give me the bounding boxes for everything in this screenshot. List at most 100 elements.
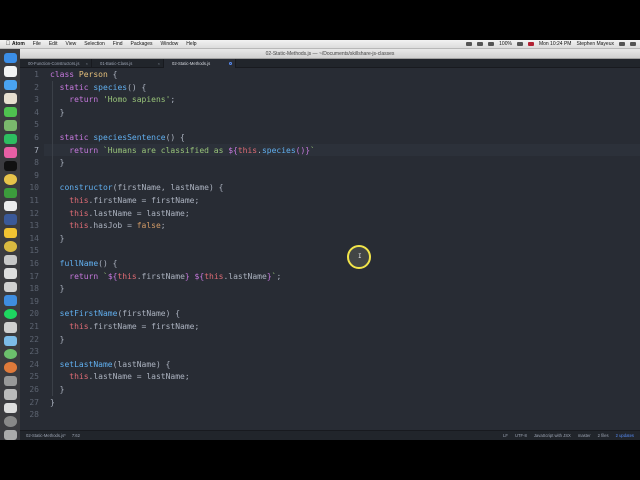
code-line-11[interactable]: this.firstName = firstName;	[50, 196, 199, 205]
line-number: 14	[29, 233, 39, 243]
status-files[interactable]: 2 files	[598, 433, 609, 438]
status-cursor-position[interactable]: 7:62	[72, 433, 80, 438]
status-grammar[interactable]: JavaScript with JSX	[534, 433, 571, 438]
status-branch[interactable]: master	[578, 433, 591, 438]
code-line-26[interactable]: }	[50, 385, 65, 394]
disk-icon[interactable]	[3, 416, 17, 427]
tab-label: 01-Basic-Class.js	[100, 61, 133, 66]
printer-icon[interactable]	[3, 402, 17, 414]
maps-icon[interactable]	[3, 120, 17, 131]
flag-icon[interactable]	[527, 42, 534, 46]
line-number: 6	[34, 133, 39, 142]
status-file[interactable]: 02-Static-Methods.js*	[26, 433, 66, 438]
wifi-icon[interactable]	[477, 42, 484, 46]
tab-basic-class[interactable]: 01-Basic-Class.js ×	[92, 59, 164, 68]
facebook-icon[interactable]	[3, 214, 17, 225]
line-number: 21	[29, 322, 39, 331]
close-icon[interactable]: ×	[86, 59, 88, 68]
messages-icon[interactable]	[3, 106, 17, 118]
itunes-icon[interactable]	[3, 147, 17, 158]
menu-selection[interactable]: Selection	[84, 41, 105, 47]
status-line-ending[interactable]: LF	[503, 433, 508, 438]
tab-static-methods[interactable]: 02-Static-Methods.js	[164, 59, 236, 68]
modified-dot-icon[interactable]	[229, 62, 232, 65]
code-line-6[interactable]: static speciesSentence() {	[50, 133, 185, 142]
search-icon[interactable]	[619, 42, 625, 46]
skype-icon[interactable]	[3, 335, 17, 346]
battery-icon[interactable]	[516, 42, 523, 46]
clock[interactable]: Mon 10:24 PM	[539, 41, 572, 47]
code-line-22[interactable]: }	[50, 335, 65, 344]
code-line-1[interactable]: class Person {	[50, 70, 117, 79]
volume-icon[interactable]	[488, 42, 495, 46]
line-number: 3	[34, 95, 39, 105]
sketch-icon[interactable]	[3, 200, 17, 212]
menu-view[interactable]: View	[65, 41, 76, 47]
code-line-12[interactable]: this.lastName = lastName;	[50, 209, 189, 218]
code-line-17[interactable]: return `${this.firstName} ${this.lastNam…	[50, 272, 281, 281]
spotify-icon[interactable]	[3, 308, 17, 320]
trash-icon[interactable]	[3, 429, 17, 440]
line-number: 28	[29, 410, 39, 420]
monodraw-icon[interactable]	[3, 322, 17, 333]
tab-bar: 00-Function-Constructors.js × 01-Basic-C…	[20, 59, 640, 68]
status-updates[interactable]: 2 updates	[616, 433, 634, 438]
code-line-4[interactable]: }	[50, 108, 65, 117]
chrome-canary-icon[interactable]	[3, 241, 17, 252]
calendar-icon[interactable]	[3, 66, 17, 77]
code-line-8[interactable]: }	[50, 158, 65, 167]
code-line-21[interactable]: this.firstName = firstName;	[50, 322, 199, 331]
code-line-7[interactable]: return `Humans are classified as ${this.…	[50, 146, 315, 155]
list-icon[interactable]	[630, 42, 636, 46]
line-number: 16	[29, 259, 39, 268]
vpn-icon[interactable]	[3, 187, 17, 198]
battery-percent[interactable]: 100%	[499, 41, 512, 47]
code-line-10[interactable]: constructor(firstName, lastName) {	[50, 183, 224, 192]
close-icon[interactable]: ×	[158, 59, 160, 68]
menu-file[interactable]: File	[33, 41, 41, 47]
code-line-27[interactable]: }	[50, 398, 55, 407]
slack-icon[interactable]	[3, 281, 17, 293]
screenflow-icon[interactable]	[3, 362, 17, 373]
mail-icon[interactable]	[3, 79, 17, 91]
status-encoding[interactable]: UTF-8	[515, 433, 527, 438]
xcode-icon[interactable]	[3, 295, 17, 306]
photos-icon[interactable]	[3, 93, 17, 104]
code-line-18[interactable]: }	[50, 284, 65, 293]
line-number: 18	[29, 284, 39, 294]
firefox-icon[interactable]	[3, 389, 17, 400]
code-line-13[interactable]: this.hasJob = false;	[50, 221, 165, 230]
code-line-2[interactable]: static species() {	[50, 83, 147, 92]
line-number: 22	[29, 334, 39, 344]
window-titlebar: 02-Static-Methods.js — ~/Documents/skill…	[20, 49, 640, 59]
code-line-16[interactable]: fullName() {	[50, 259, 118, 268]
apple-menu-icon[interactable]: 	[4, 41, 12, 47]
menu-find[interactable]: Find	[113, 41, 123, 47]
code-line-3[interactable]: return 'Homo sapiens';	[50, 95, 175, 104]
tab-label: 00-Function-Constructors.js	[28, 61, 80, 66]
menu-packages[interactable]: Packages	[131, 41, 153, 47]
drive-icon[interactable]	[3, 227, 17, 239]
sequel-icon[interactable]	[3, 254, 17, 266]
menu-help[interactable]: Help	[186, 41, 196, 47]
code-line-24[interactable]: setLastName(lastName) {	[50, 360, 171, 369]
menu-window[interactable]: Window	[161, 41, 179, 47]
terminal-icon[interactable]	[3, 160, 17, 172]
menu-app[interactable]: Atom	[12, 41, 25, 47]
dropbox-icon[interactable]	[466, 42, 473, 46]
atom-icon[interactable]	[3, 348, 17, 360]
chrome-icon[interactable]	[3, 174, 17, 185]
code-line-25[interactable]: this.lastName = lastName;	[50, 372, 189, 381]
finder-icon[interactable]	[3, 53, 17, 64]
menu-edit[interactable]: Edit	[49, 41, 58, 47]
code-line-20[interactable]: setFirstName(firstName) {	[50, 309, 180, 318]
github-icon[interactable]	[3, 268, 17, 279]
line-number: 24	[29, 359, 39, 369]
code-editor[interactable]: 1 2 3 4 5 6 7 8 9 10 11 12 13 14 15 16 17 18 19 20 21 22 23 24 2…	[20, 68, 640, 430]
line-number: 17	[29, 271, 39, 281]
tab-function-constructors[interactable]: 00-Function-Constructors.js ×	[20, 59, 92, 68]
code-line-14[interactable]: }	[50, 234, 65, 243]
user-name[interactable]: Stephen Mayeux	[576, 41, 614, 47]
evernote-icon[interactable]	[3, 133, 17, 145]
keynote-icon[interactable]	[3, 375, 17, 387]
